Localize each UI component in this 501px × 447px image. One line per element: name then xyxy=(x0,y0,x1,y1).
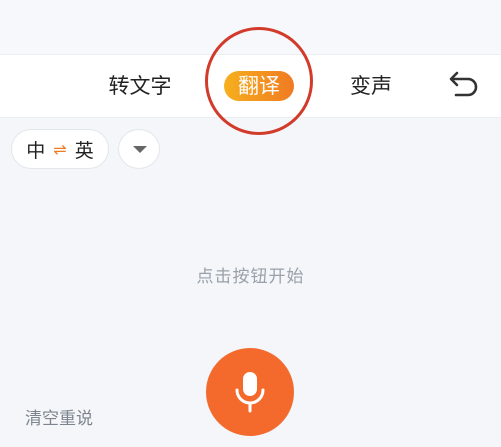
undo-icon xyxy=(449,71,478,97)
clear-retry-button[interactable]: 清空重说 xyxy=(25,404,93,429)
target-language: 英 xyxy=(74,139,94,162)
chevron-down-icon xyxy=(133,146,147,153)
annotation-circle xyxy=(205,27,313,135)
tab-voice-change[interactable]: 变声 xyxy=(349,71,393,101)
microphone-icon xyxy=(235,372,265,413)
source-language: 中 xyxy=(26,139,46,162)
tab-transcribe[interactable]: 转文字 xyxy=(107,71,173,101)
record-button[interactable] xyxy=(206,348,294,436)
language-dropdown-button[interactable] xyxy=(118,129,160,169)
language-pair-selector[interactable]: 中 ⇌ 英 xyxy=(11,129,109,169)
swap-languages-icon[interactable]: ⇌ xyxy=(53,140,66,159)
start-hint: 点击按钮开始 xyxy=(196,267,305,287)
undo-button[interactable] xyxy=(442,69,482,103)
